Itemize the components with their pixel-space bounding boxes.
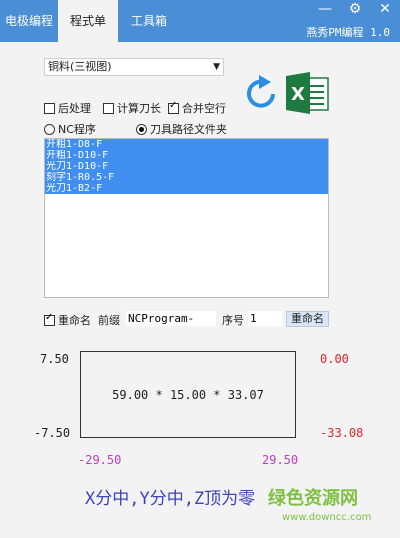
- y-min-value: -7.50: [34, 426, 71, 440]
- radio-label: 刀具路径文件夹: [150, 123, 227, 136]
- minimize-button[interactable]: —: [310, 0, 340, 20]
- dropdown-arrow-icon: ▼: [213, 62, 220, 72]
- x-max-value: 29.50: [262, 453, 299, 467]
- select-value: 铜料(三视图): [48, 60, 112, 73]
- calc-tool-length-checkbox[interactable]: 计算刀长: [103, 100, 161, 116]
- list-item[interactable]: 光刀1-B2-F: [45, 183, 328, 194]
- checkbox-label: 后处理: [58, 102, 91, 115]
- list-item[interactable]: 刻字1-R0.5-F: [45, 172, 328, 183]
- radio-circle: [44, 123, 55, 135]
- prefix-label: 前缀: [98, 314, 120, 327]
- radio-label: NC程序: [58, 123, 96, 136]
- app-title: 燕秀PM编程 1.0: [306, 26, 390, 39]
- z-top-value: 0.00: [320, 352, 349, 366]
- watermark-brand: 绿色资源网: [268, 488, 358, 509]
- refresh-icon[interactable]: [243, 72, 279, 112]
- checkbox-box: [44, 312, 55, 326]
- rename-checkbox[interactable]: 重命名: [44, 312, 91, 328]
- close-button[interactable]: ✕: [370, 0, 400, 20]
- checkbox-label: 合并空行: [182, 102, 226, 115]
- list-item[interactable]: 光刀1-D10-F: [45, 161, 328, 172]
- material-view-select[interactable]: 铜料(三视图) ▼: [44, 58, 224, 76]
- zeroing-instruction: X分中,Y分中,Z顶为零: [85, 489, 256, 509]
- excel-export-icon[interactable]: X: [286, 72, 330, 114]
- prefix-input[interactable]: [126, 311, 216, 326]
- nc-program-radio[interactable]: NC程序: [44, 121, 96, 137]
- rename-row: 重命名 前缀 序号 重命名: [44, 311, 344, 327]
- merge-blank-lines-checkbox[interactable]: 合并空行: [168, 100, 226, 116]
- sequence-label: 序号: [222, 314, 244, 327]
- checkbox-label: 重命名: [58, 314, 91, 327]
- x-min-value: -29.50: [78, 453, 122, 467]
- stock-dimensions: 59.00 * 15.00 * 33.07: [112, 388, 264, 402]
- radio-circle: [136, 123, 147, 135]
- tab-program-sheet[interactable]: 程式单: [58, 0, 118, 42]
- rename-button[interactable]: 重命名: [286, 311, 329, 327]
- watermark-url: www.downcc.com: [282, 512, 372, 523]
- file-list[interactable]: 开粗1-D8-F 开粗1-D10-F 光刀1-D10-F 刻字1-R0.5-F …: [44, 138, 329, 298]
- checkbox-box: [103, 102, 114, 114]
- tab-electrode-programming[interactable]: 电极编程: [0, 0, 58, 42]
- checkbox-box: [44, 102, 55, 114]
- post-process-checkbox[interactable]: 后处理: [44, 100, 91, 116]
- y-max-value: 7.50: [40, 352, 69, 366]
- checkbox-box: [168, 100, 179, 114]
- list-item[interactable]: 开粗1-D8-F: [45, 139, 328, 150]
- tab-toolbox[interactable]: 工具箱: [118, 0, 180, 42]
- checkbox-label: 计算刀长: [117, 102, 161, 115]
- settings-icon[interactable]: ⚙: [340, 0, 370, 20]
- z-bottom-value: -33.08: [320, 426, 364, 440]
- sequence-input[interactable]: [248, 311, 282, 326]
- list-item[interactable]: 开粗1-D10-F: [45, 150, 328, 161]
- tool-path-folder-radio[interactable]: 刀具路径文件夹: [136, 121, 227, 137]
- stock-outline-box: 59.00 * 15.00 * 33.07: [80, 351, 296, 438]
- svg-text:X: X: [291, 84, 305, 105]
